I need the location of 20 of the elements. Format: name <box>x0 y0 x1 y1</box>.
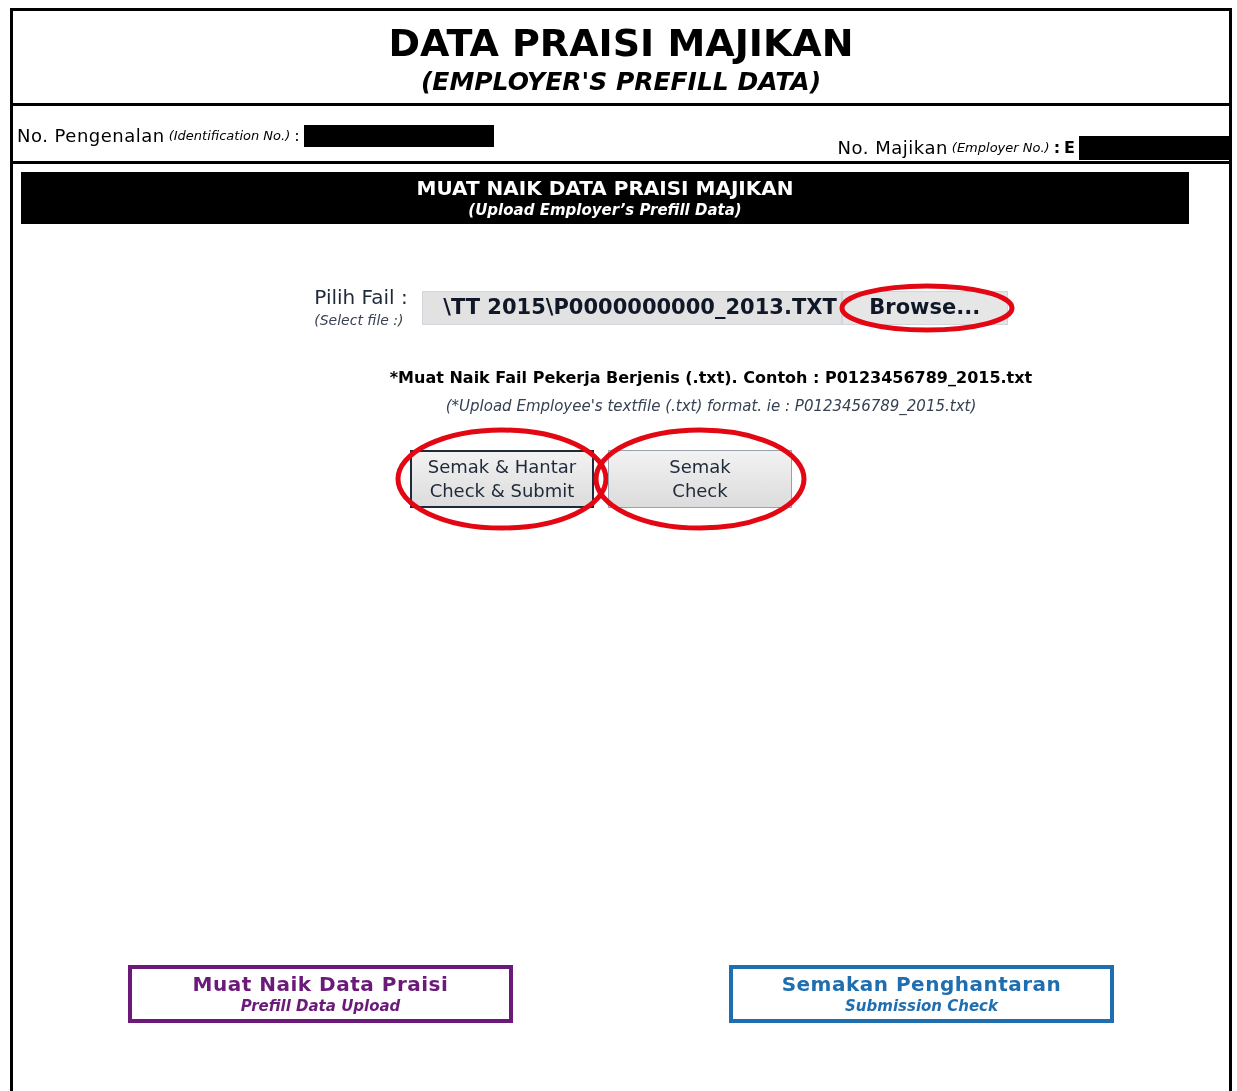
action-button[interactable]: Semak & Hantar Check & Submit <box>410 449 594 508</box>
identification-label-en: (Identification No.) <box>168 126 291 145</box>
action-button[interactable]: Semak Check <box>608 449 792 508</box>
banner-title: MUAT NAIK DATA PRAISI MAJIKAN <box>416 176 794 200</box>
page-title: DATA PRAISI MAJIKAN <box>388 21 854 65</box>
file-label: Pilih Fail : <box>314 284 408 310</box>
file-format-note-en: (*Upload Employee's textfile (.txt) format. ie : P0123456789_2015.txt) <box>445 396 977 417</box>
page-subtitle: (EMPLOYER'S PREFILL DATA) <box>420 66 822 98</box>
file-label-en: (Select file :) <box>314 311 404 330</box>
employer-label-en: (Employer No.) <box>951 138 1050 157</box>
file-path-field[interactable]: \TT 2015\P0000000000_2013.TXT <box>421 290 842 325</box>
banner-subtitle: (Upload Employer’s Prefill Data) <box>468 200 742 220</box>
navigation-link-box[interactable]: Muat Naik Data Praisi Prefill Data Upload <box>128 965 513 1023</box>
colon: : <box>294 124 300 147</box>
colon: : <box>1053 136 1061 159</box>
identification-label: No. Pengenalan <box>17 124 165 148</box>
employer-number-prefix: E <box>1064 136 1075 159</box>
navigation-link-box[interactable]: Semakan Penghantaran Submission Check <box>729 965 1114 1023</box>
employer-label: No. Majikan <box>837 136 948 160</box>
file-format-note: *Muat Naik Fail Pekerja Berjenis (.txt). Contoh : P0123456789_2015.txt <box>389 367 1033 389</box>
